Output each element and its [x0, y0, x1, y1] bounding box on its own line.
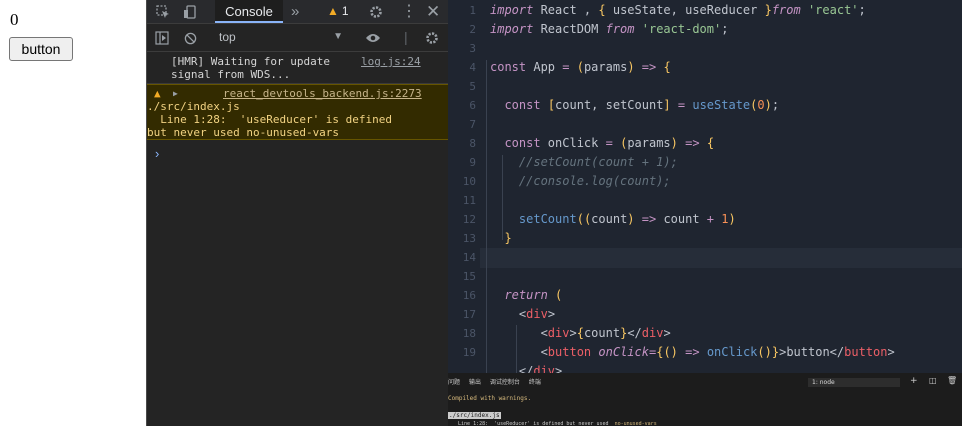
- line-number: 9: [469, 156, 476, 169]
- message-text: Line 1:28: 'useReducer' is defined: [147, 113, 393, 126]
- sidebar-toggle-icon[interactable]: [155, 24, 169, 51]
- toolbar-divider: |: [404, 29, 408, 45]
- warning-count-text: 1: [341, 4, 349, 18]
- code-line: <div>{count}</div>: [490, 326, 671, 340]
- devtools-toolbar: Console » ▲ 1 ⋮ ✕: [147, 0, 449, 24]
- count-display: 0: [10, 10, 19, 29]
- message-text: but never used no-unused-vars: [147, 126, 340, 139]
- line-number: 4: [469, 61, 476, 74]
- message-text: ./src/index.js: [147, 100, 240, 113]
- gear-icon[interactable]: [369, 0, 383, 23]
- chevron-down-icon: ▼: [333, 31, 343, 42]
- clear-console-icon[interactable]: [184, 24, 197, 51]
- warning-icon: ▲: [327, 4, 339, 18]
- gear-icon[interactable]: [425, 24, 439, 51]
- line-number: 8: [469, 137, 476, 150]
- context-value: top: [219, 30, 236, 44]
- console-log-message: [HMR] Waiting for update signal from WDS…: [147, 52, 449, 84]
- more-tabs-icon[interactable]: »: [291, 0, 299, 23]
- context-select[interactable]: top ▼: [213, 27, 347, 47]
- add-terminal-icon[interactable]: +: [910, 376, 918, 386]
- terminal-text: no-unused-vars: [614, 421, 657, 427]
- code-line: </div>: [490, 364, 563, 373]
- console-filter-bar: top ▼ |: [147, 24, 449, 52]
- code-editor[interactable]: 1 2 3 4 5 6 7 8 9 10 11 12 13 14 15 16 1…: [448, 0, 962, 373]
- code-line: <button onClick={() => onClick()}>button…: [490, 345, 895, 359]
- code-line: const App = (params) => {: [490, 60, 671, 74]
- terminal-select-value: 1: node: [812, 379, 835, 386]
- tab-output[interactable]: 输出: [469, 379, 481, 386]
- warning-icon: ▲: [154, 87, 161, 100]
- code-line: <div>: [490, 307, 556, 321]
- close-icon[interactable]: ✕: [426, 0, 440, 23]
- code-line: //setCount(count + 1);: [490, 155, 678, 169]
- line-number: 7: [469, 118, 476, 131]
- line-number: 18: [462, 327, 476, 340]
- source-link[interactable]: react_devtools_backend.js:2273: [171, 87, 449, 100]
- line-number: 11: [462, 194, 476, 207]
- trash-icon[interactable]: 🗑: [947, 376, 957, 385]
- tab-debug-console[interactable]: 调试控制台: [490, 379, 520, 386]
- terminal-line: ./src/index.js: [448, 412, 501, 419]
- code-line: import React , { useState, useReducer }f…: [490, 3, 866, 17]
- code-line: }: [504, 231, 512, 245]
- line-number: 1: [469, 4, 476, 17]
- warning-counter[interactable]: ▲ 1: [327, 0, 349, 23]
- app-preview: 0 button: [0, 0, 146, 426]
- line-number: 12: [462, 213, 476, 226]
- line-number: 16: [462, 289, 476, 302]
- line-number: 14: [462, 251, 476, 264]
- tab-console[interactable]: Console: [215, 0, 283, 23]
- console-warning-message: ▲ ▶ react_devtools_backend.js:2273 ./src…: [147, 84, 449, 140]
- tab-terminal[interactable]: 终端: [529, 379, 541, 386]
- kebab-menu-icon[interactable]: ⋮: [401, 0, 417, 23]
- line-number: 2: [469, 23, 476, 36]
- code-line: return (: [504, 288, 563, 302]
- increment-button[interactable]: button: [9, 37, 73, 61]
- terminal-line: Compiled with warnings.: [448, 395, 532, 402]
- line-number: 17: [462, 308, 476, 321]
- terminal-select[interactable]: 1: node: [808, 378, 900, 387]
- message-text: [HMR] Waiting for update signal from WDS…: [171, 55, 330, 81]
- indent-guide: [486, 60, 487, 373]
- terminal-text: Line 1:28: 'useReducer' is defined but n…: [452, 421, 615, 427]
- line-number: 15: [462, 270, 476, 283]
- devtools-panel: Console » ▲ 1 ⋮ ✕ top ▼ | [HMR] Waiting …: [146, 0, 449, 426]
- terminal-panel: 问题 输出 调试控制台 终端 1: node + ◫ 🗑 Compiled wi…: [448, 373, 962, 427]
- terminal-tabs: 问题 输出 调试控制台 终端: [448, 377, 548, 386]
- code-line: const [count, setCount] = useState(0);: [504, 98, 780, 112]
- console-prompt[interactable]: ›: [155, 146, 159, 161]
- inspect-icon[interactable]: [156, 0, 170, 23]
- eye-icon[interactable]: [365, 24, 381, 51]
- line-number: 3: [469, 42, 476, 55]
- line-number: 13: [462, 232, 476, 245]
- terminal-line: Line 1:28: 'useReducer' is defined but n…: [452, 421, 657, 427]
- active-line-highlight: [480, 248, 962, 268]
- code-line: //console.log(count);: [490, 174, 671, 188]
- source-link[interactable]: log.js:24: [361, 55, 421, 68]
- expand-triangle-icon[interactable]: ▶: [173, 87, 178, 100]
- code-line: import ReactDOM from 'react-dom';: [490, 22, 729, 36]
- tab-problems[interactable]: 问题: [448, 379, 460, 386]
- split-terminal-icon[interactable]: ◫: [929, 376, 937, 385]
- device-toggle-icon[interactable]: [183, 0, 197, 23]
- line-number: 10: [462, 175, 476, 188]
- line-number: 6: [469, 99, 476, 112]
- code-line: setCount((count) => count + 1): [518, 212, 736, 226]
- line-number-gutter: 1 2 3 4 5 6 7 8 9 10 11 12 13 14 15 16 1…: [448, 0, 480, 373]
- console-messages: [HMR] Waiting for update signal from WDS…: [147, 52, 449, 140]
- code-line: const onClick = (params) => {: [504, 136, 715, 150]
- line-number: 19: [462, 346, 476, 359]
- line-number: 5: [469, 80, 476, 93]
